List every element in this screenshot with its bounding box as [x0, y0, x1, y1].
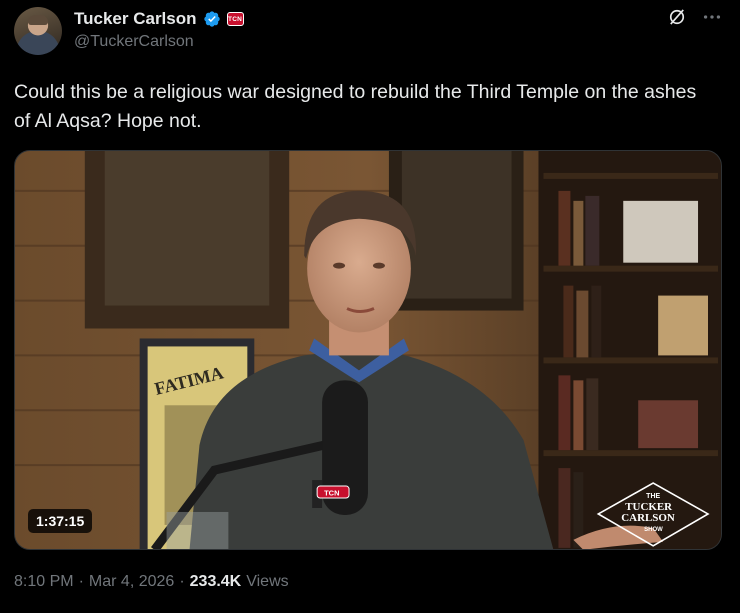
author-name-row: Tucker Carlson TCN — [74, 9, 244, 29]
show-logo-line2: CARLSON — [621, 512, 675, 524]
more-options-icon[interactable] — [701, 6, 723, 28]
affiliate-badge[interactable]: TCN — [226, 12, 244, 26]
views-count[interactable]: 233.4K — [190, 573, 242, 591]
video-duration-badge: 1:37:15 — [28, 509, 93, 533]
mic-badge-text: TCN — [324, 489, 339, 498]
verified-badge-icon[interactable] — [203, 10, 221, 28]
grok-icon[interactable] — [667, 7, 687, 27]
tweet-meta: 8:10 PM · Mar 4, 2026 · 233.4K Views — [14, 573, 289, 591]
tweet: Tucker Carlson TCN @TuckerCarlson Could … — [0, 0, 740, 613]
views-label: Views — [246, 573, 289, 590]
show-logo-top: THE — [646, 493, 660, 500]
video-player[interactable]: FATIMA TCN THE TUCKER CARLSON SHOW — [14, 150, 722, 550]
author-display-name[interactable]: Tucker Carlson — [74, 9, 197, 29]
tweet-date[interactable]: Mar 4, 2026 — [89, 573, 174, 591]
tweet-time[interactable]: 8:10 PM — [14, 573, 74, 591]
separator-dot: · — [78, 573, 84, 590]
separator-dot: · — [179, 573, 185, 590]
video-thumbnail: FATIMA TCN THE TUCKER CARLSON SHOW — [15, 151, 721, 549]
tweet-text: Could this be a religious war designed t… — [14, 81, 697, 132]
show-logo-bottom: SHOW — [644, 527, 663, 533]
avatar[interactable] — [14, 7, 62, 55]
author-handle[interactable]: @TuckerCarlson — [74, 33, 194, 51]
